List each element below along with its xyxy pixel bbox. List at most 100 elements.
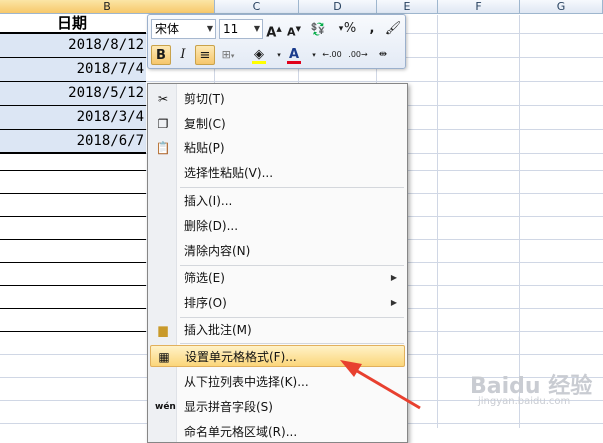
menu-item-label: 复制(C) <box>184 117 226 131</box>
header-cell[interactable]: 日期 <box>0 14 146 33</box>
submenu-arrow-icon: ▶ <box>390 273 397 282</box>
cell-border <box>0 81 146 82</box>
grow-font-button[interactable]: A▲ <box>264 19 284 41</box>
comma-button[interactable]: , <box>362 19 382 39</box>
increase-decimal-icon: ← <box>322 50 329 59</box>
menu-item-paste[interactable]: 📋 粘贴(P) <box>150 137 405 159</box>
borders-icon: ⊞ <box>221 48 231 61</box>
date-cell[interactable]: 2018/6/7 <box>0 130 146 153</box>
column-header-b[interactable]: B <box>0 0 215 14</box>
menu-item-cut[interactable]: ✂ 剪切(T) <box>150 88 405 110</box>
menu-item-label: 设置单元格格式(F)... <box>185 350 297 364</box>
menu-item-paste-special[interactable]: 选择性粘贴(V)... <box>150 162 405 184</box>
column-header-f[interactable]: F <box>438 0 520 14</box>
menu-item-phonetic[interactable]: wén 显示拼音字段(S) <box>150 396 405 418</box>
chevron-down-icon: ▾ <box>277 51 281 59</box>
menu-item-label: 插入批注(M) <box>184 323 252 337</box>
date-cell[interactable]: 2018/7/4 <box>0 58 146 81</box>
menu-item-label: 清除内容(N) <box>184 244 251 258</box>
increase-decimal-label: .00 <box>328 50 342 59</box>
bold-button[interactable]: B <box>151 45 171 65</box>
date-cell[interactable]: 2018/5/12 <box>0 82 146 105</box>
chevron-down-icon: ▼ <box>206 24 213 33</box>
date-cell[interactable]: 2018/3/4 <box>0 106 146 129</box>
merge-cells-icon: ⇹ <box>378 49 388 60</box>
paste-icon: 📋 <box>155 141 171 155</box>
decrease-decimal-button[interactable]: .00→ <box>346 45 370 65</box>
menu-item-sort[interactable]: 排序(O) ▶ <box>150 292 405 314</box>
column-header-g[interactable]: G <box>520 0 603 14</box>
column-header-c[interactable]: C <box>215 0 299 14</box>
italic-button[interactable]: I <box>173 45 193 65</box>
cell-border <box>0 308 146 309</box>
menu-item-format-cells[interactable]: ▦ 设置单元格格式(F)... <box>150 345 405 367</box>
font-size-combo[interactable]: 11 ▼ <box>219 19 263 39</box>
center-align-button[interactable]: ≡ <box>195 45 215 65</box>
paint-bucket-icon: ◈ <box>254 47 264 62</box>
percent-button[interactable]: % <box>340 19 360 39</box>
menu-separator <box>180 343 404 344</box>
menu-item-pick-from-list[interactable]: 从下拉列表中选择(K)... <box>150 371 405 393</box>
cell-border <box>0 57 146 58</box>
comment-icon: ▆ <box>158 323 168 337</box>
menu-item-insert-comment[interactable]: ▆ 插入批注(M) <box>150 319 405 341</box>
grid-line <box>519 15 520 428</box>
mini-toolbar: 宋体 ▼ 11 ▼ A▲ A▼ 💱 ▾ % , 🖌 B I ≡ ⊞▾ ◈ ▾ A… <box>147 14 406 69</box>
grow-font-icon: A <box>266 25 277 41</box>
menu-item-copy[interactable]: ❐ 复制(C) <box>150 113 405 135</box>
menu-item-label: 剪切(T) <box>184 92 225 106</box>
cell-border <box>0 331 146 332</box>
menu-item-clear-contents[interactable]: 清除内容(N) <box>150 240 405 262</box>
shrink-font-icon: A <box>287 25 296 39</box>
menu-item-label: 删除(D)... <box>184 219 239 233</box>
column-letter: D <box>333 0 342 13</box>
cell-border <box>0 32 146 34</box>
cell-border <box>0 193 146 194</box>
menu-separator <box>180 317 404 318</box>
decrease-decimal-label: .00 <box>348 50 362 59</box>
date-cell[interactable]: 2018/8/12 <box>0 34 146 57</box>
menu-item-define-name[interactable]: 命名单元格区域(R)... <box>150 421 405 443</box>
increase-decimal-button[interactable]: ←.00 <box>320 45 344 65</box>
decrease-decimal-icon: → <box>361 50 368 59</box>
cell-border <box>0 129 146 130</box>
menu-item-filter[interactable]: 筛选(E) ▶ <box>150 267 405 289</box>
phonetic-icon: wén <box>155 402 176 412</box>
font-name-value: 宋体 <box>155 22 180 36</box>
format-painter-button[interactable]: 🖌 <box>383 19 403 39</box>
format-cells-icon: ▦ <box>158 350 170 364</box>
cell-border <box>0 170 146 171</box>
column-letter: C <box>252 0 261 13</box>
cell-border <box>0 239 146 240</box>
currency-icon: 💱 <box>310 22 326 36</box>
watermark-url: jingyan.baidu.com <box>478 396 571 407</box>
chevron-down-icon: ▼ <box>253 24 260 33</box>
menu-item-label: 从下拉列表中选择(K)... <box>184 375 309 389</box>
cell-border <box>0 285 146 286</box>
percent-icon: % <box>343 21 357 36</box>
cell-border <box>0 216 146 217</box>
column-header-e[interactable]: E <box>377 0 438 14</box>
font-name-combo[interactable]: 宋体 ▼ <box>151 19 216 39</box>
cell-border <box>0 105 146 106</box>
menu-item-insert[interactable]: 插入(I)... <box>150 190 405 212</box>
column-header-d[interactable]: D <box>299 0 377 14</box>
menu-item-label: 选择性粘贴(V)... <box>184 166 274 180</box>
chevron-down-icon: ▾ <box>312 51 316 59</box>
column-letter: G <box>556 0 566 13</box>
accounting-format-button[interactable]: 💱 <box>308 19 328 39</box>
scissors-icon: ✂ <box>157 92 169 106</box>
column-letter: E <box>403 0 411 13</box>
borders-button[interactable]: ⊞▾ <box>218 45 238 65</box>
align-center-icon: ≡ <box>199 48 211 63</box>
menu-item-delete[interactable]: 删除(D)... <box>150 215 405 237</box>
menu-item-label: 命名单元格区域(R)... <box>184 425 298 439</box>
font-color-button[interactable]: A <box>284 45 304 65</box>
bold-icon: B <box>156 48 166 63</box>
fill-color-button[interactable]: ◈ <box>249 45 269 65</box>
shrink-font-button[interactable]: A▼ <box>284 19 304 39</box>
cell-border <box>0 152 146 154</box>
menu-item-label: 粘贴(P) <box>184 141 225 155</box>
comma-icon: , <box>369 21 375 36</box>
merge-center-button[interactable]: ⇹ <box>373 45 393 65</box>
